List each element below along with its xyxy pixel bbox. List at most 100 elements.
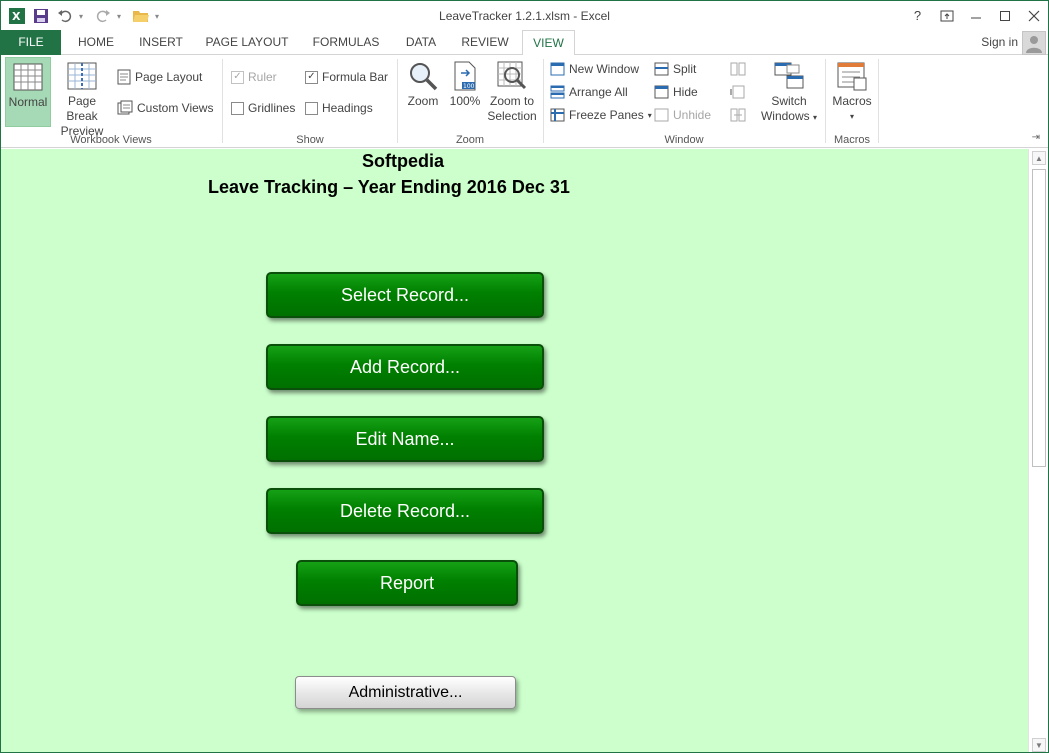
ribbon-view: Normal Page Break Preview Page Layout Cu…: [1, 55, 1048, 148]
split-button[interactable]: Split: [654, 59, 696, 79]
page-break-preview-button[interactable]: Page Break Preview: [51, 57, 113, 139]
switch-windows-label-1: Switch: [771, 94, 807, 108]
switch-windows-label-2: Windows ▾: [760, 109, 818, 123]
minimize-icon[interactable]: [961, 1, 990, 30]
custom-views-icon: [117, 100, 133, 115]
tab-data[interactable]: DATA: [395, 30, 447, 55]
view-side-by-side-button[interactable]: [730, 59, 746, 79]
zoom-100-button[interactable]: 100 100%: [446, 57, 484, 109]
switch-windows-icon: [773, 60, 805, 92]
switch-windows-dropdown-icon: ▾: [813, 113, 818, 122]
freeze-panes-button[interactable]: Freeze Panes ▾: [550, 105, 652, 125]
unhide-button[interactable]: Unhide: [654, 105, 711, 125]
tab-formulas[interactable]: FORMULAS: [303, 30, 389, 55]
window-controls: ?: [903, 1, 1048, 30]
synchronous-scrolling-button[interactable]: [730, 82, 746, 102]
arrange-all-icon: [550, 85, 565, 99]
custom-views-label: Custom Views: [137, 101, 214, 115]
ruler-label: Ruler: [248, 70, 277, 84]
page-layout-label: Page Layout: [135, 70, 203, 84]
tab-file[interactable]: FILE: [1, 30, 61, 55]
tab-review[interactable]: REVIEW: [453, 30, 517, 55]
arrange-all-button[interactable]: Arrange All: [550, 82, 628, 102]
zoom-group-label: Zoom: [455, 134, 485, 146]
new-window-icon: [550, 62, 565, 76]
zoom-selection-label-2: Selection: [487, 109, 537, 123]
gridlines-checkbox[interactable]: Gridlines: [231, 98, 295, 118]
select-record-button[interactable]: Select Record...: [266, 272, 544, 318]
formula-bar-checkbox[interactable]: ✓ Formula Bar: [305, 67, 388, 87]
avatar[interactable]: [1022, 31, 1046, 55]
tab-home[interactable]: HOME: [67, 30, 125, 55]
freeze-panes-dropdown-icon: ▾: [647, 110, 652, 120]
macros-group-label: Macros: [833, 134, 871, 146]
ribbon-display-options-icon[interactable]: [932, 1, 961, 30]
ribbon-tabs: FILE HOME INSERT PAGE LAYOUT FORMULAS DA…: [1, 30, 1048, 56]
group-zoom: Zoom 100 100% Zoom to Selection Zoom: [398, 55, 542, 148]
show-group-label: Show: [296, 134, 324, 146]
administrative-button[interactable]: Administrative...: [295, 676, 516, 709]
zoom-100-label: 100%: [449, 94, 481, 108]
scroll-down-icon[interactable]: ▼: [1032, 738, 1046, 752]
ruler-checkbox[interactable]: ✓ Ruler: [231, 67, 277, 87]
macros-button[interactable]: Macros ▾: [828, 57, 876, 124]
split-icon: [654, 62, 669, 76]
synchronous-scrolling-icon: [730, 85, 745, 99]
unhide-icon: [654, 108, 669, 122]
hide-icon: [654, 85, 669, 99]
normal-view-label: Normal: [8, 95, 48, 109]
tab-page-layout[interactable]: PAGE LAYOUT: [197, 30, 297, 55]
unhide-label: Unhide: [673, 108, 712, 122]
normal-view-button[interactable]: Normal: [5, 57, 51, 127]
collapse-ribbon-icon[interactable]: ⇥: [1032, 132, 1040, 143]
hide-button[interactable]: Hide: [654, 82, 698, 102]
reset-window-position-icon: [730, 108, 746, 122]
zoom-100-icon: 100: [449, 60, 481, 92]
formula-bar-check-icon: ✓: [305, 70, 318, 84]
svg-text:100: 100: [463, 83, 475, 90]
macros-label: Macros: [832, 94, 872, 108]
group-workbook-views: Normal Page Break Preview Page Layout Cu…: [1, 55, 221, 148]
switch-windows-button[interactable]: Switch Windows ▾: [756, 57, 822, 125]
edit-name-button[interactable]: Edit Name...: [266, 416, 544, 462]
scroll-up-icon[interactable]: ▲: [1032, 151, 1046, 165]
headings-check-icon: [305, 101, 318, 115]
title-bar: X ▾ ▾ ▾ LeaveTracker 1.2.1.xlsm - Excel …: [1, 1, 1048, 30]
group-macros: Macros ▾ Macros: [826, 55, 878, 148]
tab-view[interactable]: VIEW: [522, 30, 575, 56]
sign-in-link[interactable]: Sign in: [981, 35, 1018, 49]
help-icon[interactable]: ?: [903, 1, 932, 30]
scrollbar-thumb[interactable]: [1032, 169, 1046, 467]
split-label: Split: [673, 62, 697, 76]
custom-views-button[interactable]: Custom Views: [117, 98, 213, 118]
page-layout-button[interactable]: Page Layout: [117, 67, 202, 87]
hide-label: Hide: [673, 85, 698, 99]
workbook-views-group-label: Workbook Views: [70, 134, 152, 146]
reset-window-position-button[interactable]: [730, 105, 746, 125]
vertical-scrollbar[interactable]: ▲ ▼: [1028, 149, 1048, 752]
window-group-label: Window: [664, 134, 704, 146]
new-window-button[interactable]: New Window: [550, 59, 639, 79]
headings-label: Headings: [322, 101, 373, 115]
zoom-selection-label-1: Zoom to: [489, 94, 534, 108]
freeze-panes-label: Freeze Panes: [569, 108, 644, 122]
macros-icon: [836, 60, 868, 92]
gridlines-check-icon: [231, 101, 244, 115]
sheet-heading-company: Softpedia: [362, 151, 445, 171]
window-title: LeaveTracker 1.2.1.xlsm - Excel: [439, 9, 610, 23]
tab-insert[interactable]: INSERT: [131, 30, 191, 55]
delete-record-button[interactable]: Delete Record...: [266, 488, 544, 534]
zoom-to-selection-icon: [496, 60, 528, 92]
view-side-by-side-icon: [730, 62, 746, 76]
magnifier-icon: [407, 60, 439, 92]
zoom-button[interactable]: Zoom: [402, 57, 444, 109]
zoom-to-selection-button[interactable]: Zoom to Selection: [484, 57, 540, 124]
maximize-icon[interactable]: [990, 1, 1019, 30]
close-icon[interactable]: [1019, 1, 1048, 30]
headings-checkbox[interactable]: Headings: [305, 98, 373, 118]
add-record-button[interactable]: Add Record...: [266, 344, 544, 390]
group-window: New Window Arrange All Freeze Panes ▾ Sp…: [544, 55, 824, 148]
gridlines-label: Gridlines: [248, 101, 296, 115]
page-break-preview-icon: [66, 60, 98, 92]
report-button[interactable]: Report: [296, 560, 518, 606]
